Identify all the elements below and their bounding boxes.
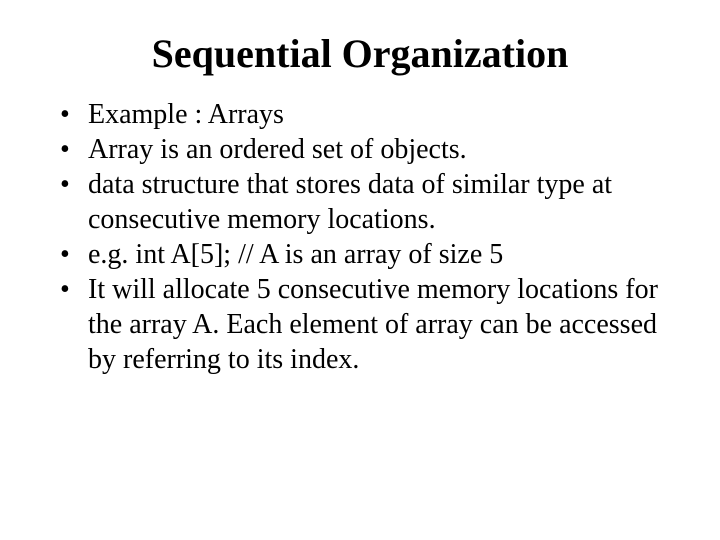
list-item: e.g. int A[5]; // A is an array of size … bbox=[60, 237, 680, 272]
list-item: data structure that stores data of simil… bbox=[60, 167, 680, 237]
list-item: Example : Arrays bbox=[60, 97, 680, 132]
slide: Sequential Organization Example : Arrays… bbox=[0, 0, 720, 540]
list-item: It will allocate 5 consecutive memory lo… bbox=[60, 272, 680, 377]
list-item: Array is an ordered set of objects. bbox=[60, 132, 680, 167]
slide-title: Sequential Organization bbox=[40, 30, 680, 77]
bullet-list: Example : Arrays Array is an ordered set… bbox=[60, 97, 680, 377]
